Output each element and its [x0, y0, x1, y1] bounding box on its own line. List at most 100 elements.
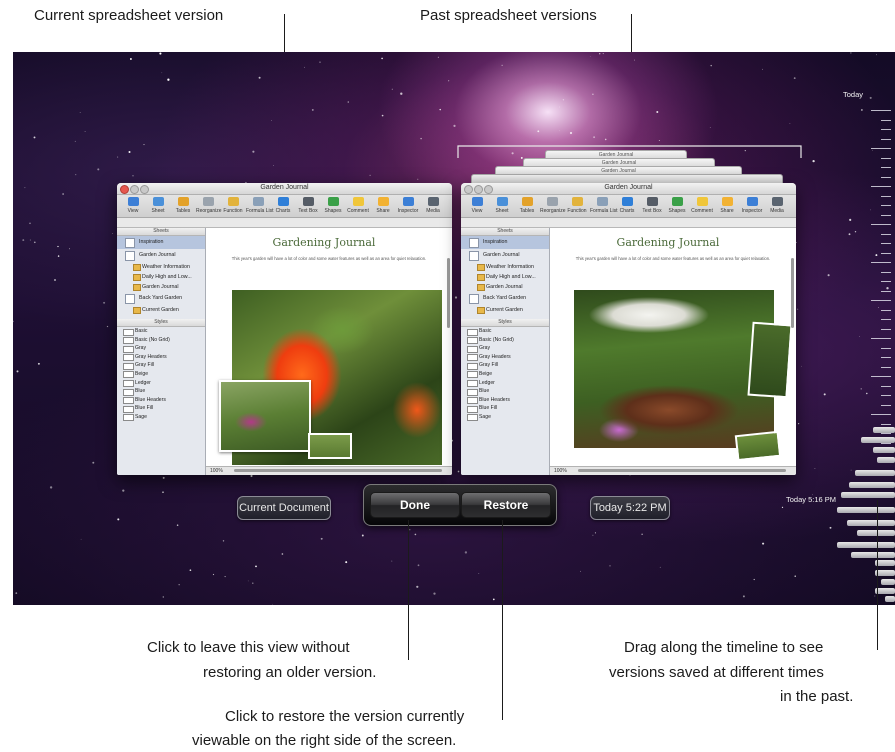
toolbar-inspector-button[interactable]: Inspector [396, 197, 420, 214]
timeline-tick[interactable] [881, 281, 891, 282]
toolbar-sheet-button[interactable]: Sheet [490, 197, 514, 214]
toolbar-text-box-button[interactable]: Text Box [296, 197, 320, 214]
patio-inset-photo[interactable] [747, 321, 793, 399]
past-version-window[interactable]: Garden Journal View Sheet Tables Reorganize… [461, 183, 796, 475]
style-item[interactable]: Blue Headers [461, 396, 549, 405]
toolbar-comment-button[interactable]: Comment [346, 197, 370, 214]
garden-inset-photo[interactable] [219, 380, 311, 452]
style-item[interactable]: Blue Fill [461, 404, 549, 413]
timeline-tick[interactable] [881, 129, 891, 130]
timeline-version-bar[interactable] [875, 588, 895, 594]
toolbar-formula-list-button[interactable]: Formula List [590, 197, 618, 214]
timeline-tick[interactable] [881, 347, 891, 349]
timeline-tick[interactable] [881, 433, 891, 434]
style-item[interactable]: Beige [461, 370, 549, 379]
garden-small-photo[interactable] [308, 433, 352, 459]
timeline-tick[interactable] [881, 366, 891, 368]
toolbar-media-button[interactable]: Media [765, 197, 789, 214]
window-titlebar[interactable]: Garden Journal [461, 183, 796, 195]
toolbar-formula-list-button[interactable]: Formula List [246, 197, 274, 214]
style-item[interactable]: Blue Headers [117, 396, 205, 405]
timeline-tick[interactable] [881, 319, 891, 320]
timeline-tick[interactable] [881, 243, 891, 244]
timeline-tick[interactable] [881, 328, 891, 330]
style-item[interactable]: Basic [117, 327, 205, 336]
toolbar-reorganize-button[interactable]: Reorganize [196, 197, 222, 214]
done-button[interactable]: Done [370, 492, 460, 518]
timeline-version-bar[interactable] [885, 596, 895, 602]
timeline-version-bar[interactable] [877, 457, 895, 463]
vertical-scrollbar[interactable] [447, 258, 450, 328]
zoom-level[interactable]: 100% [554, 467, 567, 475]
table-item[interactable]: Garden Journal [461, 282, 549, 292]
toolbar-media-button[interactable]: Media [421, 197, 445, 214]
timeline-tick[interactable] [871, 376, 891, 377]
timeline-tick[interactable] [881, 252, 891, 254]
table-item[interactable]: Current Garden [461, 305, 549, 315]
timeline-version-bar[interactable] [873, 447, 895, 453]
sheet-item[interactable]: Garden Journal [117, 249, 205, 262]
timeline-tick[interactable] [871, 338, 891, 339]
sheet-item[interactable]: Inspiration [117, 236, 205, 249]
style-item[interactable]: Beige [117, 370, 205, 379]
timeline-tick[interactable] [881, 309, 891, 311]
timeline-version-bar[interactable] [861, 437, 895, 443]
toolbar-tables-button[interactable]: Tables [171, 197, 195, 214]
timeline-version-bar[interactable] [857, 530, 895, 536]
style-item[interactable]: Basic (No Grid) [117, 336, 205, 345]
style-item[interactable]: Basic (No Grid) [461, 336, 549, 345]
style-item[interactable]: Blue Fill [117, 404, 205, 413]
style-item[interactable]: Ledger [461, 379, 549, 388]
style-item[interactable]: Gray Fill [461, 361, 549, 370]
horizontal-scrollbar[interactable] [234, 469, 442, 472]
timeline-tick[interactable] [881, 167, 891, 168]
timeline-tick[interactable] [871, 414, 891, 415]
timeline-tick[interactable] [871, 186, 891, 187]
timeline-tick[interactable] [871, 148, 891, 149]
timeline-version-bar[interactable] [849, 482, 895, 488]
timeline-version-bar[interactable] [875, 560, 895, 566]
timeline-tick[interactable] [881, 423, 891, 425]
timeline-tick[interactable] [881, 119, 891, 121]
toolbar-view-button[interactable]: View [465, 197, 489, 214]
timeline-tick[interactable] [871, 224, 891, 225]
timeline-tick[interactable] [881, 195, 891, 197]
sheet-item[interactable]: Back Yard Garden [117, 292, 205, 305]
toolbar-inspector-button[interactable]: Inspector [740, 197, 764, 214]
timeline-tick[interactable] [881, 214, 891, 216]
zoom-level[interactable]: 100% [210, 467, 223, 475]
table-item[interactable]: Daily High and Low... [461, 272, 549, 282]
timeline-tick[interactable] [881, 404, 891, 406]
toolbar-text-box-button[interactable]: Text Box [640, 197, 664, 214]
timeline-version-bar[interactable] [847, 520, 895, 526]
timeline-tick[interactable] [881, 138, 891, 140]
style-item[interactable]: Gray [117, 344, 205, 353]
table-item[interactable]: Daily High and Low... [117, 272, 205, 282]
toolbar-sheet-button[interactable]: Sheet [146, 197, 170, 214]
toolbar-shapes-button[interactable]: Shapes [321, 197, 345, 214]
toolbar-tables-button[interactable]: Tables [515, 197, 539, 214]
timeline-tick[interactable] [881, 157, 891, 159]
style-item[interactable]: Sage [461, 413, 549, 422]
timeline-tick[interactable] [881, 357, 891, 358]
timeline-tick[interactable] [881, 271, 891, 273]
toolbar-share-button[interactable]: Share [715, 197, 739, 214]
document-canvas[interactable]: Gardening Journal This year's garden wil… [550, 228, 796, 467]
toolbar-view-button[interactable]: View [121, 197, 145, 214]
toolbar-shapes-button[interactable]: Shapes [665, 197, 689, 214]
toolbar-charts-button[interactable]: Charts [615, 197, 639, 214]
timeline-version-bar[interactable] [837, 542, 895, 548]
version-timeline[interactable] [833, 52, 895, 605]
timeline-tick[interactable] [881, 176, 891, 178]
timeline-version-bar[interactable] [851, 552, 895, 558]
table-item[interactable]: Garden Journal [117, 282, 205, 292]
sheet-item[interactable]: Garden Journal [461, 249, 549, 262]
style-item[interactable]: Blue [117, 387, 205, 396]
restore-button[interactable]: Restore [461, 492, 551, 518]
toolbar-function-button[interactable]: Function [565, 197, 589, 214]
timeline-tick[interactable] [871, 110, 891, 111]
table-item[interactable]: Weather Information [117, 262, 205, 272]
style-item[interactable]: Ledger [117, 379, 205, 388]
timeline-today-label[interactable]: Today [843, 90, 863, 99]
table-item[interactable]: Current Garden [117, 305, 205, 315]
